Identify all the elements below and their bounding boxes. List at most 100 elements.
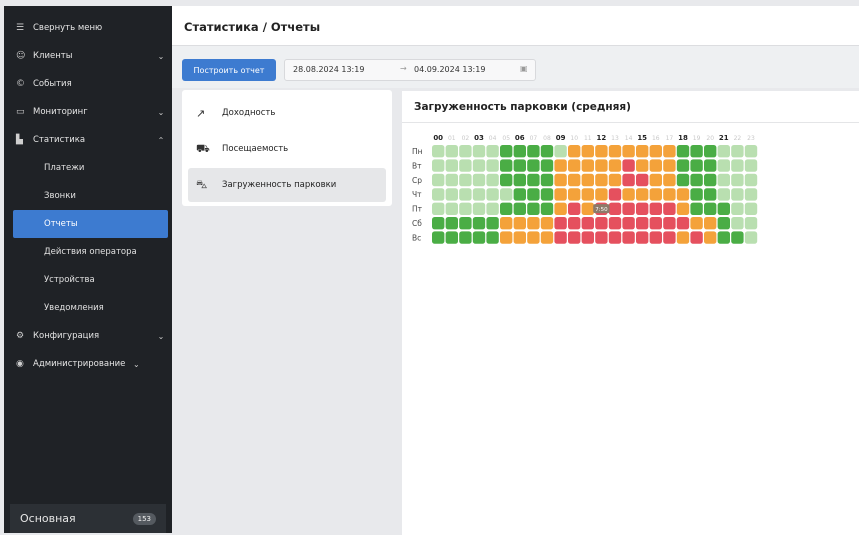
heatmap-cell[interactable] bbox=[744, 159, 758, 172]
heatmap-cell[interactable] bbox=[554, 188, 567, 201]
heatmap-cell[interactable] bbox=[459, 145, 472, 158]
heatmap-cell[interactable] bbox=[663, 159, 676, 172]
heatmap-cell[interactable] bbox=[513, 145, 526, 158]
heatmap-cell[interactable] bbox=[690, 188, 703, 201]
heatmap-cell[interactable] bbox=[649, 217, 662, 230]
heatmap-cell[interactable] bbox=[636, 217, 649, 230]
heatmap-cell[interactable] bbox=[622, 231, 635, 244]
heatmap-cell[interactable] bbox=[744, 231, 758, 244]
report-item-parking-load[interactable]: ⛍ Загруженность парковки bbox=[188, 168, 386, 202]
heatmap-cell[interactable] bbox=[445, 159, 458, 172]
heatmap-cell[interactable] bbox=[445, 188, 458, 201]
heatmap-cell[interactable] bbox=[540, 217, 554, 230]
heatmap-cell[interactable] bbox=[731, 188, 744, 201]
heatmap-cell[interactable] bbox=[486, 159, 499, 172]
heatmap-cell[interactable] bbox=[581, 188, 594, 201]
heatmap-cell[interactable] bbox=[500, 231, 513, 244]
heatmap-cell[interactable] bbox=[608, 173, 622, 187]
heatmap-cell[interactable] bbox=[717, 173, 730, 187]
heatmap-cell[interactable] bbox=[432, 202, 445, 215]
sidebar-item-events[interactable]: © События bbox=[4, 70, 172, 98]
heatmap-cell[interactable] bbox=[636, 231, 649, 244]
heatmap-cell[interactable] bbox=[649, 145, 662, 158]
heatmap-cell[interactable] bbox=[540, 188, 554, 201]
heatmap-cell[interactable] bbox=[445, 202, 458, 215]
heatmap-cell[interactable] bbox=[595, 145, 608, 158]
report-item-revenue[interactable]: ↗ Доходность bbox=[188, 96, 386, 130]
heatmap-cell[interactable] bbox=[636, 173, 649, 187]
heatmap-cell[interactable] bbox=[581, 145, 594, 158]
heatmap-cell[interactable] bbox=[581, 202, 594, 215]
heatmap-cell[interactable] bbox=[717, 159, 730, 172]
heatmap-cell[interactable] bbox=[540, 202, 554, 215]
heatmap-cell[interactable] bbox=[676, 145, 690, 158]
heatmap-cell[interactable] bbox=[568, 231, 581, 244]
heatmap-cell[interactable] bbox=[731, 217, 744, 230]
heatmap-cell[interactable] bbox=[527, 188, 540, 201]
heatmap-cell[interactable] bbox=[608, 145, 622, 158]
heatmap-cell[interactable] bbox=[704, 202, 717, 215]
heatmap-cell[interactable] bbox=[459, 173, 472, 187]
heatmap-cell[interactable] bbox=[581, 173, 594, 187]
heatmap-cell[interactable] bbox=[513, 188, 526, 201]
heatmap-cell[interactable] bbox=[500, 188, 513, 201]
heatmap-cell[interactable] bbox=[636, 188, 649, 201]
heatmap-cell[interactable] bbox=[676, 231, 690, 244]
heatmap-cell[interactable] bbox=[649, 159, 662, 172]
heatmap-cell[interactable] bbox=[704, 173, 717, 187]
workspace-selector[interactable]: Основная 153 bbox=[10, 504, 166, 533]
heatmap-cell[interactable] bbox=[663, 188, 676, 201]
heatmap-cell[interactable] bbox=[581, 217, 594, 230]
heatmap-cell[interactable] bbox=[704, 145, 717, 158]
heatmap-cell[interactable] bbox=[608, 159, 622, 172]
collapse-menu-button[interactable]: ☰ Свернуть меню bbox=[4, 14, 172, 42]
heatmap-cell[interactable] bbox=[676, 217, 690, 230]
heatmap-cell[interactable] bbox=[636, 145, 649, 158]
heatmap-cell[interactable] bbox=[527, 159, 540, 172]
heatmap-cell[interactable] bbox=[690, 145, 703, 158]
heatmap-cell[interactable] bbox=[676, 159, 690, 172]
heatmap-cell[interactable] bbox=[459, 159, 472, 172]
sidebar-subitem-reports[interactable]: Отчеты bbox=[13, 210, 168, 238]
heatmap-cell[interactable] bbox=[717, 231, 730, 244]
heatmap-cell[interactable] bbox=[744, 188, 758, 201]
heatmap-cell[interactable] bbox=[568, 173, 581, 187]
heatmap-cell[interactable] bbox=[622, 145, 635, 158]
heatmap-cell[interactable] bbox=[608, 217, 622, 230]
sidebar-subitem-operator-actions[interactable]: Действия оператора bbox=[4, 238, 172, 266]
build-report-button[interactable]: Построить отчет bbox=[182, 59, 276, 81]
heatmap-cell[interactable] bbox=[690, 217, 703, 230]
heatmap-cell[interactable] bbox=[445, 231, 458, 244]
heatmap-cell[interactable] bbox=[622, 217, 635, 230]
sidebar-subitem-devices[interactable]: Устройства bbox=[4, 266, 172, 294]
heatmap-cell[interactable] bbox=[554, 202, 567, 215]
heatmap-cell[interactable] bbox=[527, 231, 540, 244]
heatmap-cell[interactable] bbox=[459, 231, 472, 244]
heatmap-cell[interactable] bbox=[486, 202, 499, 215]
heatmap-cell[interactable] bbox=[663, 231, 676, 244]
heatmap-cell[interactable] bbox=[500, 202, 513, 215]
heatmap-cell[interactable] bbox=[513, 202, 526, 215]
sidebar-subitem-notifications[interactable]: Уведомления bbox=[4, 294, 172, 322]
heatmap-cell[interactable] bbox=[513, 173, 526, 187]
heatmap-cell[interactable] bbox=[432, 145, 445, 158]
heatmap-cell[interactable] bbox=[554, 145, 567, 158]
heatmap-cell[interactable] bbox=[527, 217, 540, 230]
heatmap-cell[interactable] bbox=[568, 145, 581, 158]
heatmap-cell[interactable] bbox=[568, 202, 581, 215]
heatmap-cell[interactable] bbox=[432, 159, 445, 172]
heatmap-cell[interactable] bbox=[608, 188, 622, 201]
heatmap-cell[interactable] bbox=[744, 202, 758, 215]
heatmap-cell[interactable] bbox=[649, 231, 662, 244]
heatmap-cell[interactable] bbox=[500, 173, 513, 187]
heatmap-cell[interactable] bbox=[568, 159, 581, 172]
heatmap-cell[interactable] bbox=[500, 145, 513, 158]
heatmap-cell[interactable] bbox=[690, 231, 703, 244]
heatmap-cell[interactable] bbox=[527, 173, 540, 187]
heatmap-cell[interactable] bbox=[540, 173, 554, 187]
heatmap-cell[interactable] bbox=[472, 217, 486, 230]
heatmap-cell[interactable] bbox=[568, 188, 581, 201]
heatmap-cell[interactable] bbox=[608, 231, 622, 244]
heatmap-cell[interactable] bbox=[595, 159, 608, 172]
heatmap-cell[interactable] bbox=[636, 159, 649, 172]
